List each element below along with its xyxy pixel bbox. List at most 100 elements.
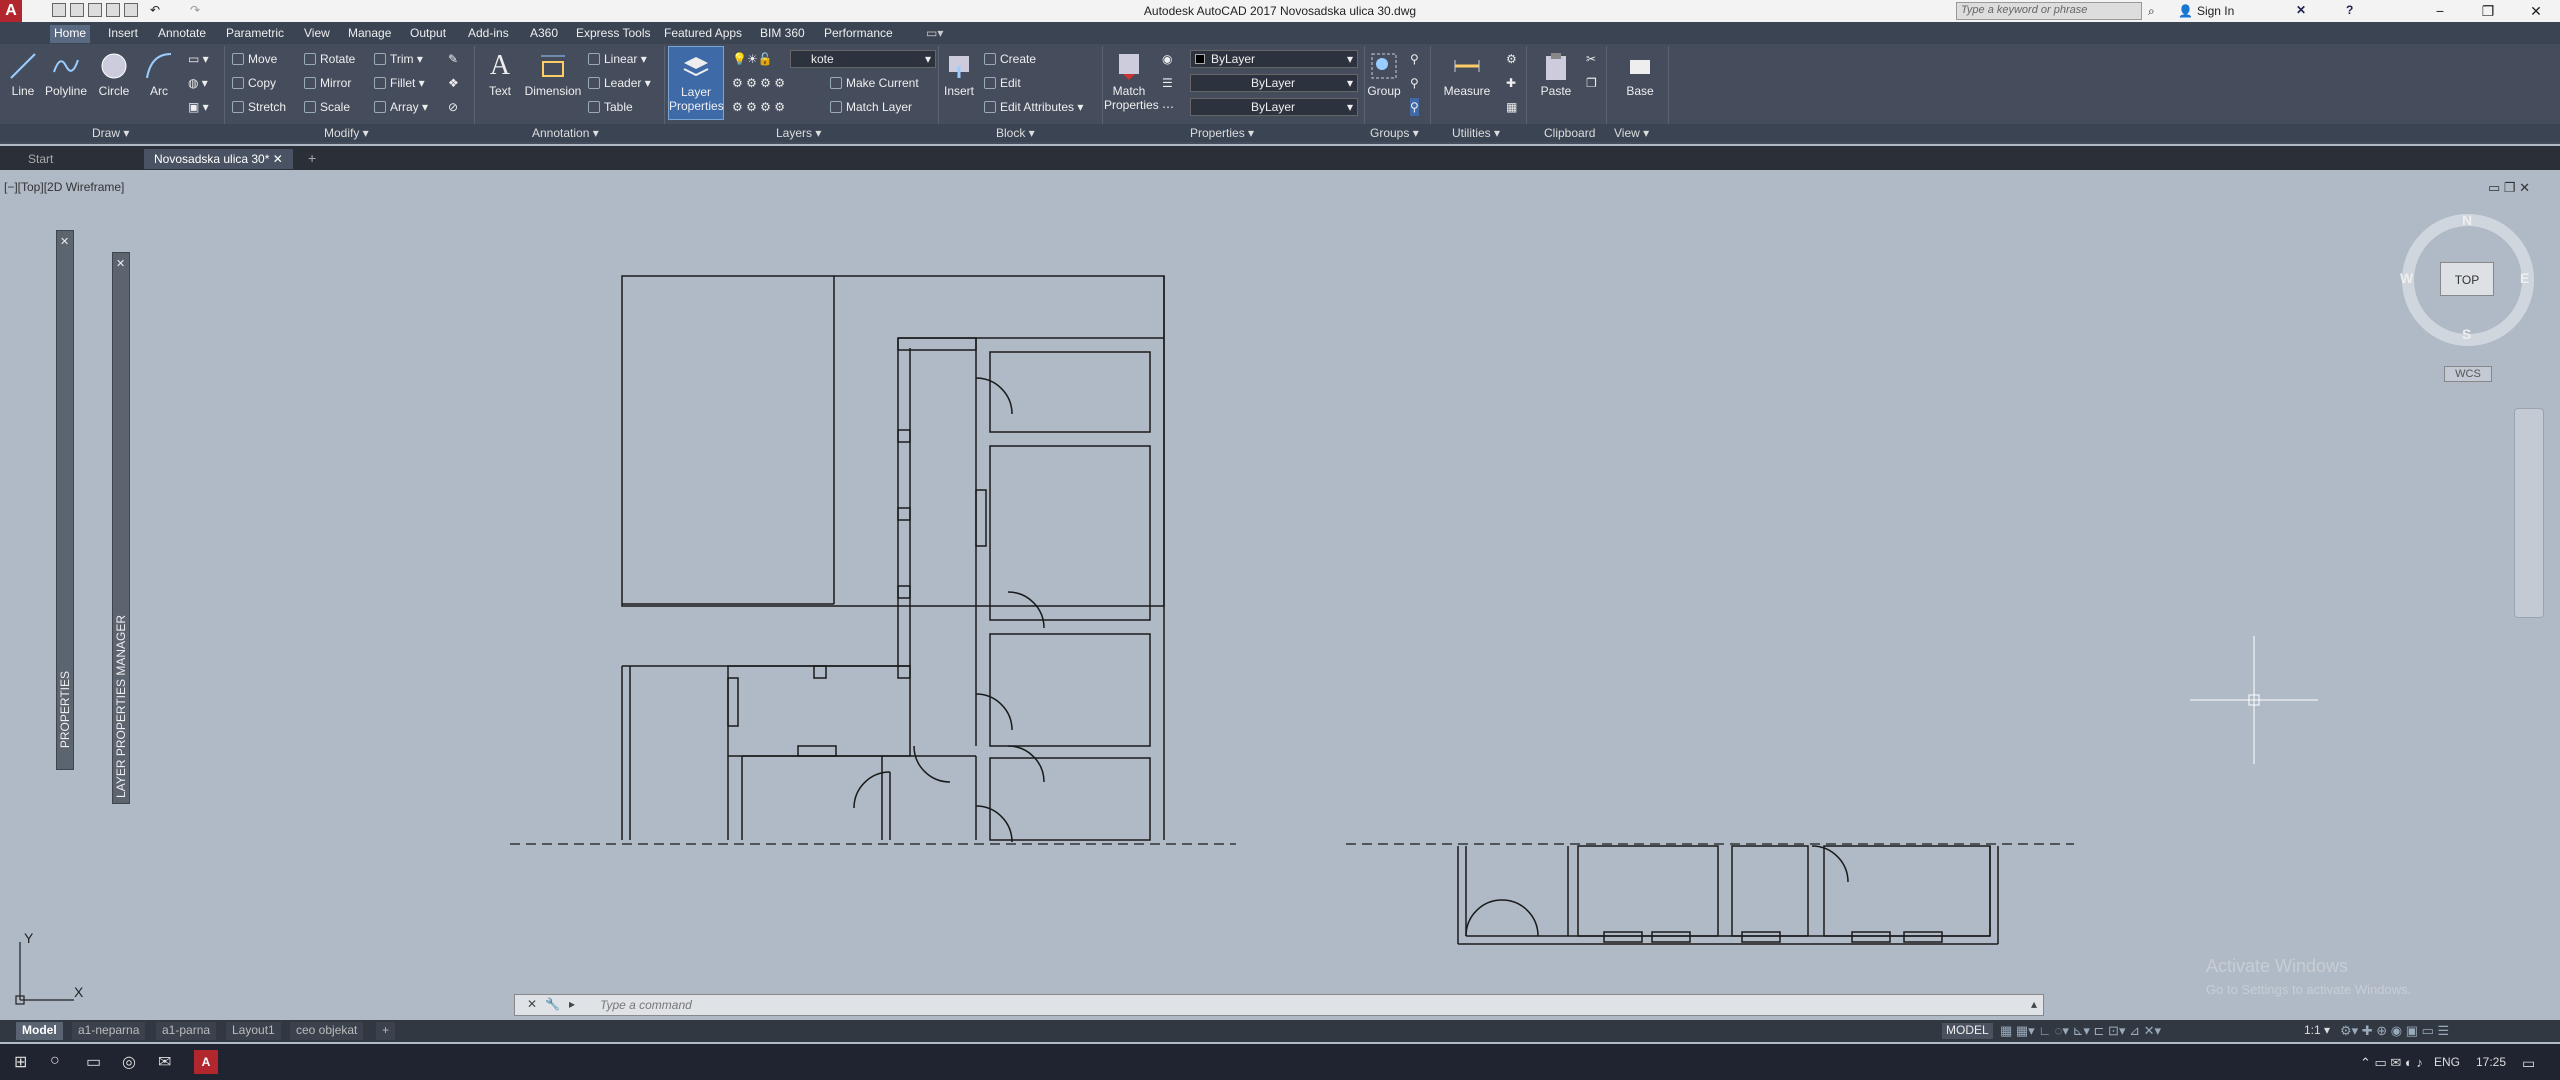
compass-west[interactable]: W — [2400, 270, 2413, 286]
tab-add-ins[interactable]: Add-ins — [464, 25, 513, 43]
trim-button[interactable]: Trim ▾ — [374, 50, 423, 68]
copy-clip-icon[interactable]: ❐ — [1586, 74, 1597, 92]
layer-properties-button[interactable]: Layer Properties — [668, 46, 724, 120]
autocad-logo-icon[interactable]: A — [0, 0, 22, 22]
properties-palette[interactable]: ✕ PROPERTIES — [56, 230, 74, 770]
panel-label-annotation[interactable]: Annotation ▾ — [532, 126, 599, 140]
mail-icon[interactable]: ✉ — [158, 1052, 171, 1072]
tab-insert[interactable]: Insert — [104, 25, 142, 43]
scale-button[interactable]: Scale — [304, 98, 350, 116]
arc-button[interactable]: Arc — [142, 50, 176, 98]
add-layout-button[interactable]: + — [376, 1022, 396, 1040]
status-tools-icons[interactable]: ⚙▾ ✚ ⊕ ◉ ▣ ▭ ☰ — [2340, 1023, 2449, 1039]
layout-tab-layout1[interactable]: Layout1 — [226, 1022, 281, 1040]
tab-start[interactable]: Start — [18, 149, 63, 169]
layout-tab-a1-neparna[interactable]: a1-neparna — [72, 1022, 146, 1040]
tab-current-drawing[interactable]: Novosadska ulica 30* ✕ — [144, 149, 293, 169]
layout-tab-model[interactable]: Model — [16, 1022, 63, 1040]
search-input[interactable]: Type a keyword or phrase — [1956, 2, 2142, 20]
save-as-icon[interactable] — [106, 3, 120, 17]
navigation-bar[interactable] — [2514, 408, 2544, 618]
panel-label-groups[interactable]: Groups ▾ — [1370, 126, 1419, 140]
layout-tab-ceo-objekat[interactable]: ceo objekat — [290, 1022, 364, 1040]
wcs-menu[interactable]: WCS — [2444, 366, 2492, 382]
offset-icon[interactable]: ⊘ — [448, 98, 458, 116]
make-current-button[interactable]: Make Current — [830, 74, 919, 92]
tab-annotate[interactable]: Annotate — [154, 25, 210, 43]
fillet-button[interactable]: Fillet ▾ — [374, 74, 425, 92]
match-layer-button[interactable]: Match Layer — [830, 98, 912, 116]
chrome-icon[interactable]: ◎ — [122, 1052, 136, 1072]
linetype-dropdown[interactable]: ByLayer ▾ — [1190, 98, 1358, 116]
stretch-button[interactable]: Stretch — [232, 98, 286, 116]
rotate-button[interactable]: Rotate — [304, 50, 355, 68]
quick-calc-icon[interactable]: ⚙ — [1506, 50, 1517, 68]
tab-view[interactable]: View — [300, 25, 334, 43]
compass-east[interactable]: E — [2520, 270, 2529, 286]
panel-label-modify[interactable]: Modify ▾ — [324, 126, 369, 140]
base-button[interactable]: Base — [1620, 50, 1660, 98]
save-icon[interactable] — [88, 3, 102, 17]
open-file-icon[interactable] — [70, 3, 84, 17]
paste-button[interactable]: Paste — [1536, 50, 1576, 98]
search-icon[interactable]: ○ — [50, 1052, 60, 1070]
layer-tools-row-1[interactable]: ⚙ ⚙ ⚙ ⚙ — [732, 74, 785, 92]
tab-parametric[interactable]: Parametric — [222, 25, 288, 43]
system-tray-icons[interactable]: ⌃ ▭ ✉ ◐ ♪ — [2360, 1055, 2423, 1071]
circle-button[interactable]: Circle — [94, 50, 134, 98]
panel-label-properties[interactable]: Properties ▾ — [1190, 126, 1254, 140]
erase-icon[interactable]: ✎ — [448, 50, 458, 68]
tab-bim-360[interactable]: BIM 360 — [756, 25, 809, 43]
tab-express-tools[interactable]: Express Tools — [572, 25, 654, 43]
drawing-canvas[interactable] — [0, 172, 2560, 1020]
mirror-button[interactable]: Mirror — [304, 74, 351, 92]
tab-featured-apps[interactable]: Featured Apps — [660, 25, 746, 43]
layer-tools-row-2[interactable]: ⚙ ⚙ ⚙ ⚙ — [732, 98, 785, 116]
group-selection-icon[interactable]: ⚲ — [1410, 98, 1419, 116]
layer-manager-palette[interactable]: ✕ LAYER PROPERTIES MANAGER — [112, 252, 130, 804]
viewport-controls[interactable]: [−][Top][2D Wireframe] — [4, 180, 124, 194]
model-space-button[interactable]: MODEL — [1942, 1023, 1993, 1039]
lineweight-dropdown[interactable]: ByLayer ▾ — [1190, 74, 1358, 92]
sign-in-button[interactable]: 👤 Sign In — [2178, 4, 2234, 18]
layer-state-icons[interactable]: 💡☀🔓 — [732, 50, 773, 68]
table-button[interactable]: Table — [588, 98, 633, 116]
compass-south[interactable]: S — [2462, 326, 2471, 342]
tab-a360[interactable]: A360 — [526, 25, 562, 43]
tab-home[interactable]: Home — [50, 25, 91, 43]
viewport-window-controls[interactable]: ▭ ❐ ✕ — [2488, 180, 2530, 196]
tab-performance[interactable]: Performance — [820, 25, 897, 43]
grid-snap-icons[interactable]: ▦ ▦▾ ∟ ◌▾ ⊾▾ ⊏ ⊡▾ ⊿ ✕▾ — [2000, 1023, 2161, 1039]
minimize-button[interactable]: − — [2420, 2, 2460, 20]
polyline-button[interactable]: Polyline — [42, 50, 90, 98]
new-tab-button[interactable]: + — [302, 149, 322, 169]
close-icon[interactable]: ✕ — [116, 257, 125, 270]
redo-icon[interactable]: ↷ — [190, 3, 204, 17]
wrench-icon[interactable]: 🔧 — [545, 997, 560, 1011]
binoculars-icon[interactable]: ⌕ — [2148, 4, 2155, 19]
print-icon[interactable] — [124, 3, 138, 17]
group-button[interactable]: Group — [1366, 50, 1402, 98]
leader-button[interactable]: Leader ▾ — [588, 74, 651, 92]
edit-attributes-button[interactable]: Edit Attributes ▾ — [984, 98, 1083, 116]
panel-label-block[interactable]: Block ▾ — [996, 126, 1035, 140]
close-button[interactable]: ✕ — [2516, 2, 2556, 20]
point-icon[interactable]: ✚ — [1506, 74, 1516, 92]
layout-tab-a1-parna[interactable]: a1-parna — [156, 1022, 217, 1040]
line-button[interactable]: Line — [4, 50, 42, 98]
match-properties-button[interactable]: Match Properties — [1104, 50, 1159, 112]
command-input[interactable]: Type a command — [600, 998, 692, 1012]
ungroup-icon[interactable]: ⚲ — [1410, 50, 1419, 68]
insert-button[interactable]: Insert — [942, 50, 976, 98]
autocad-taskbar-icon[interactable]: A — [194, 1050, 218, 1074]
close-icon[interactable]: ✕ — [527, 997, 537, 1011]
panel-label-utilities[interactable]: Utilities ▾ — [1452, 126, 1500, 140]
ribbon-options-icon[interactable]: ▭▾ — [922, 25, 947, 43]
text-button[interactable]: A Text — [480, 50, 520, 98]
start-menu-icon[interactable]: ⊞ — [14, 1052, 27, 1072]
explode-icon[interactable]: ❖ — [448, 74, 459, 92]
array-button[interactable]: Array ▾ — [374, 98, 428, 116]
close-icon[interactable]: ✕ — [60, 235, 69, 248]
hatch-icon[interactable]: ◍ ▾ — [188, 74, 208, 92]
annotation-scale[interactable]: 1:1 ▾ — [2304, 1023, 2330, 1037]
